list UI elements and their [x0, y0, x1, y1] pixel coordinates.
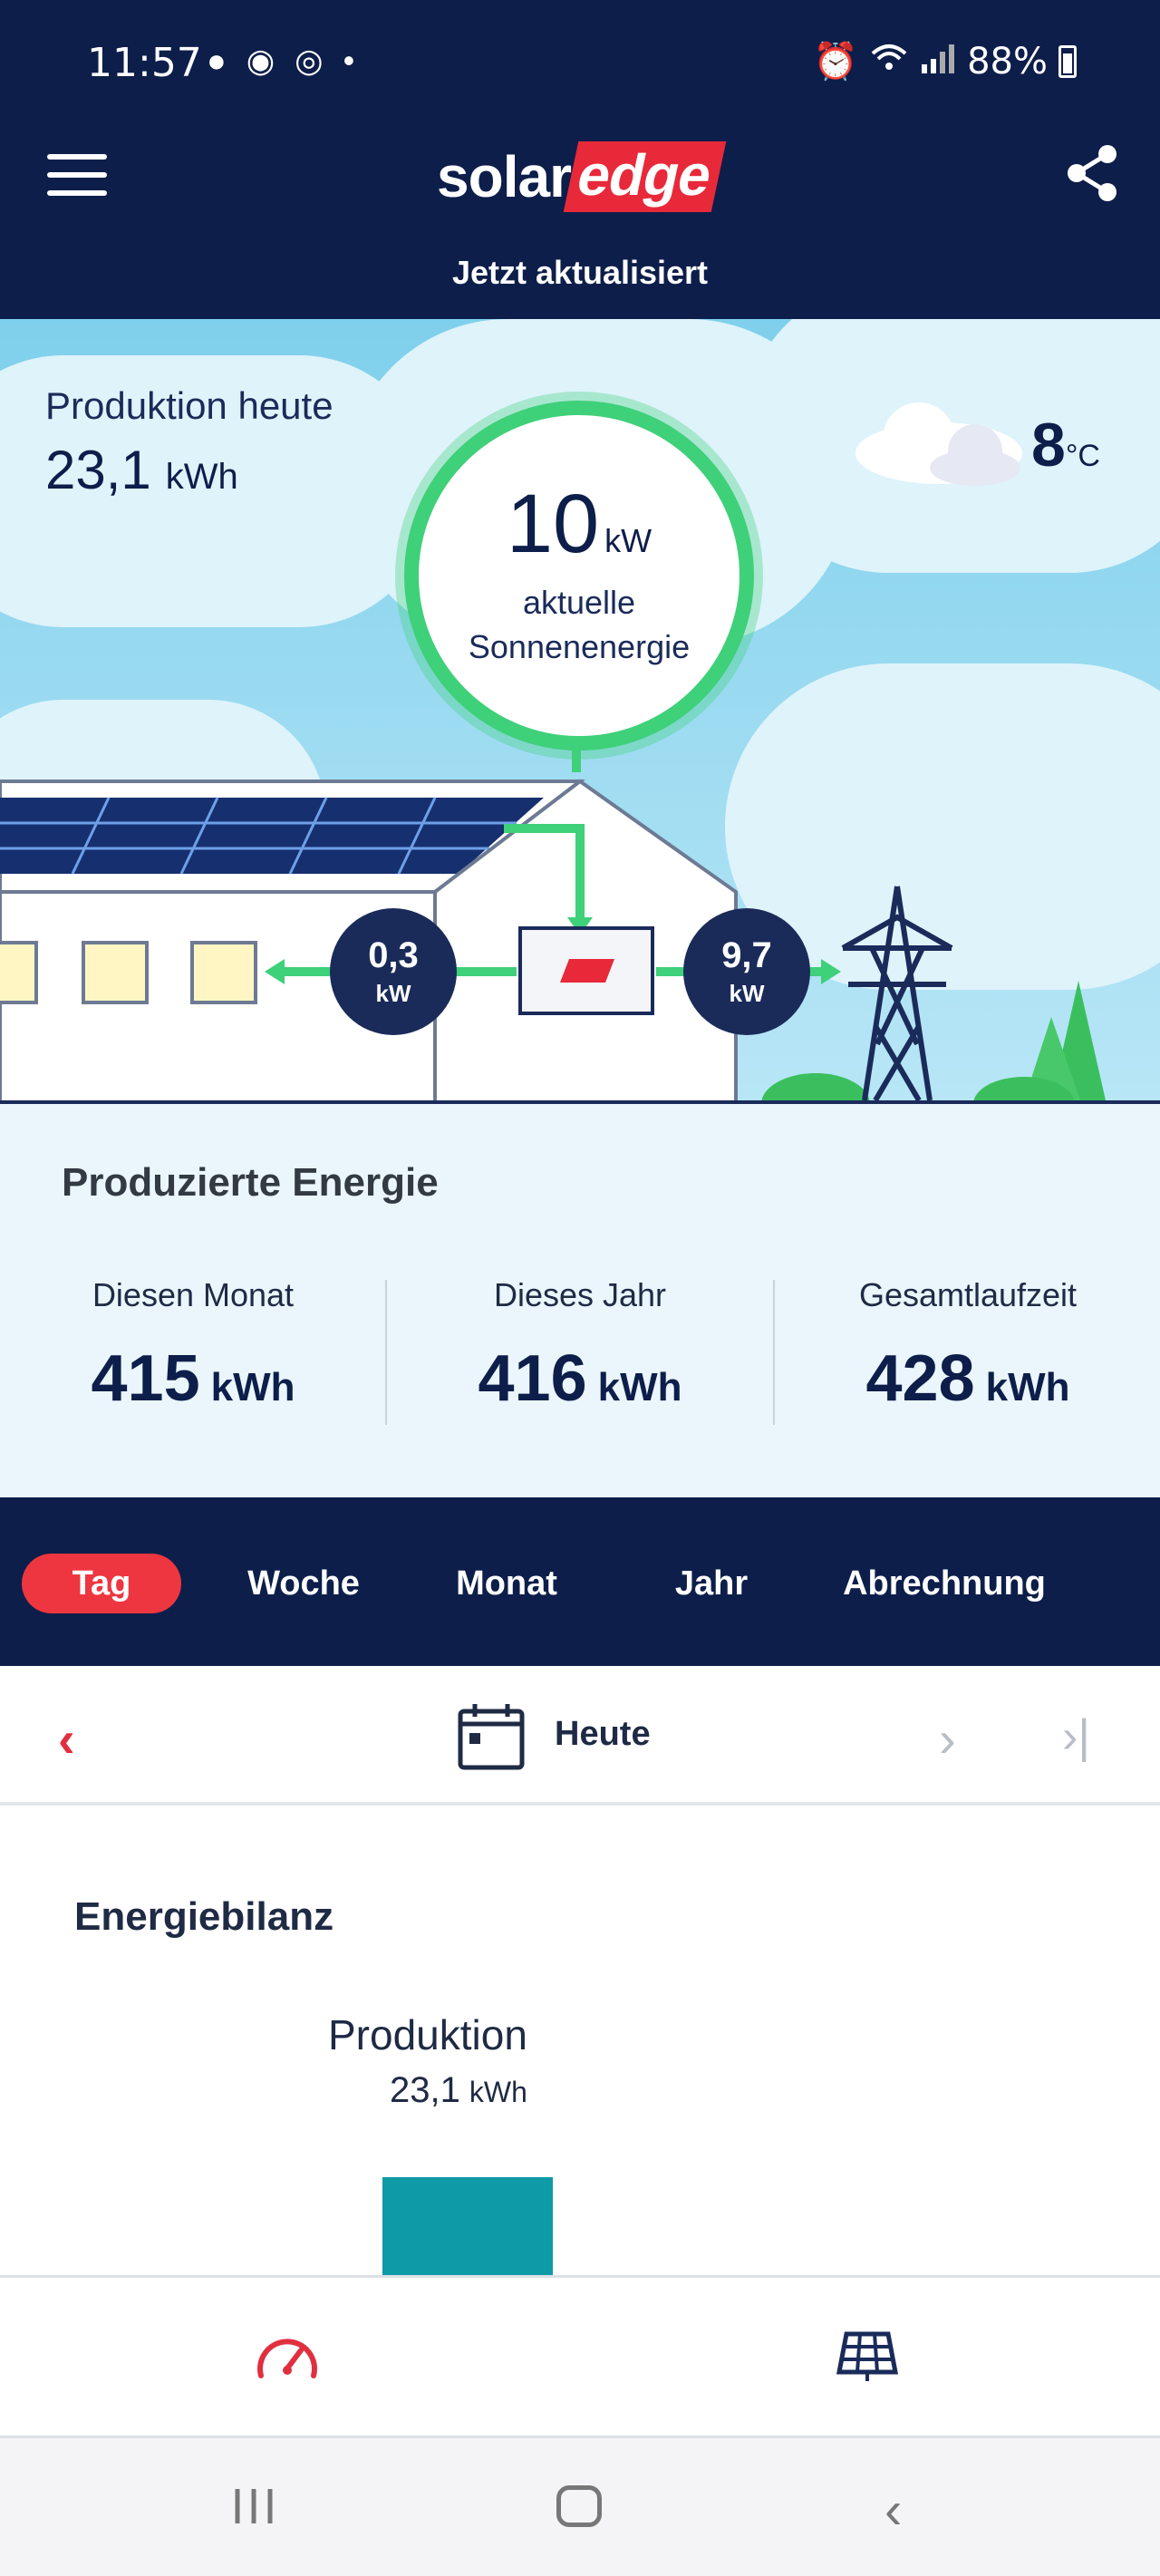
tab-month[interactable]: Monat [430, 1554, 584, 1613]
solaredge-logo: solar edge [437, 141, 727, 212]
home-button[interactable] [556, 2485, 602, 2527]
back-icon[interactable]: ‹ [884, 2480, 902, 2541]
app-header: solar edge Jetzt aktualisiert [0, 94, 1160, 319]
section-title: Energiebilanz [74, 1894, 334, 1939]
consumption-bubble: 0,3 kW [330, 908, 457, 1035]
grid-export-bubble: 9,7 kW [683, 908, 810, 1035]
signal-icon [920, 41, 956, 82]
battery-percent: 88% [967, 40, 1048, 82]
dashboard-icon[interactable] [254, 2329, 321, 2383]
next-date-button[interactable]: › [939, 1709, 956, 1768]
status-time: 11:57 [87, 40, 202, 86]
power-pylon-icon [841, 886, 953, 1102]
current-power-value: 10 [506, 478, 600, 570]
stat-lifetime: Gesamtlaufzeit 428 kWh [858, 1276, 1078, 1415]
tab-billing[interactable]: Abrechnung [816, 1554, 1073, 1613]
produced-energy-section: Produzierte Energie Diesen Monat 415 kWh … [0, 1104, 1160, 1497]
section-title: Produzierte Energie [62, 1160, 439, 1205]
tab-year[interactable]: Jahr [634, 1554, 788, 1613]
period-tabs: Tag Woche Monat Jahr Abrechnung [0, 1497, 1160, 1666]
hamburger-icon [47, 154, 107, 160]
system-navigation-bar: ‹ [0, 2438, 1160, 2576]
energy-balance-section: Energiebilanz Produktion 23,1 kWh [0, 1809, 1160, 2275]
stat-year: Dieses Jahr 416 kWh [478, 1276, 682, 1415]
logo-edge-text: edge [563, 141, 727, 212]
menu-button[interactable] [47, 154, 107, 198]
wifi-icon [869, 41, 909, 82]
current-power-gauge: 10 kW aktuelle Sonnenenergie [404, 401, 754, 751]
solar-panel-icon[interactable] [836, 2329, 899, 2383]
battery-icon [1058, 44, 1077, 78]
system-status-icons: ⏰ 88% [813, 40, 1077, 82]
latest-date-button[interactable]: ›| [1062, 1709, 1090, 1764]
calendar-icon[interactable] [457, 1702, 526, 1771]
last-updated-text: Jetzt aktualisiert [451, 254, 709, 291]
tab-day[interactable]: Tag [22, 1554, 181, 1613]
previous-date-button[interactable]: ‹ [58, 1709, 75, 1768]
tab-week[interactable]: Woche [227, 1554, 381, 1613]
production-label: Produktion [328, 2011, 527, 2058]
recent-apps-icon[interactable] [232, 2485, 276, 2527]
status-bar: 11:57 ● ◉ ◎ • ⏰ 88% [0, 0, 1160, 94]
notification-icons: ● ◉ ◎ • [207, 42, 361, 79]
current-power-label: aktuelle [522, 584, 636, 621]
site-overview: Produktion heute 23,1 kWh 8°C 0,3 kW 9,7… [0, 319, 1160, 1104]
bottom-navigation [0, 2275, 1160, 2438]
production-bar [382, 2177, 553, 2275]
current-date-label[interactable]: Heute [555, 1715, 651, 1754]
date-navigation: ‹ Heute › ›| [0, 1666, 1160, 1806]
logo-solar-text: solar [437, 144, 572, 209]
production-value: 23,1 kWh [390, 2070, 527, 2110]
stat-month: Diesen Monat 415 kWh [91, 1276, 295, 1415]
share-icon [1068, 145, 1116, 201]
alarm-icon: ⏰ [813, 41, 859, 82]
share-button[interactable] [1060, 141, 1124, 205]
